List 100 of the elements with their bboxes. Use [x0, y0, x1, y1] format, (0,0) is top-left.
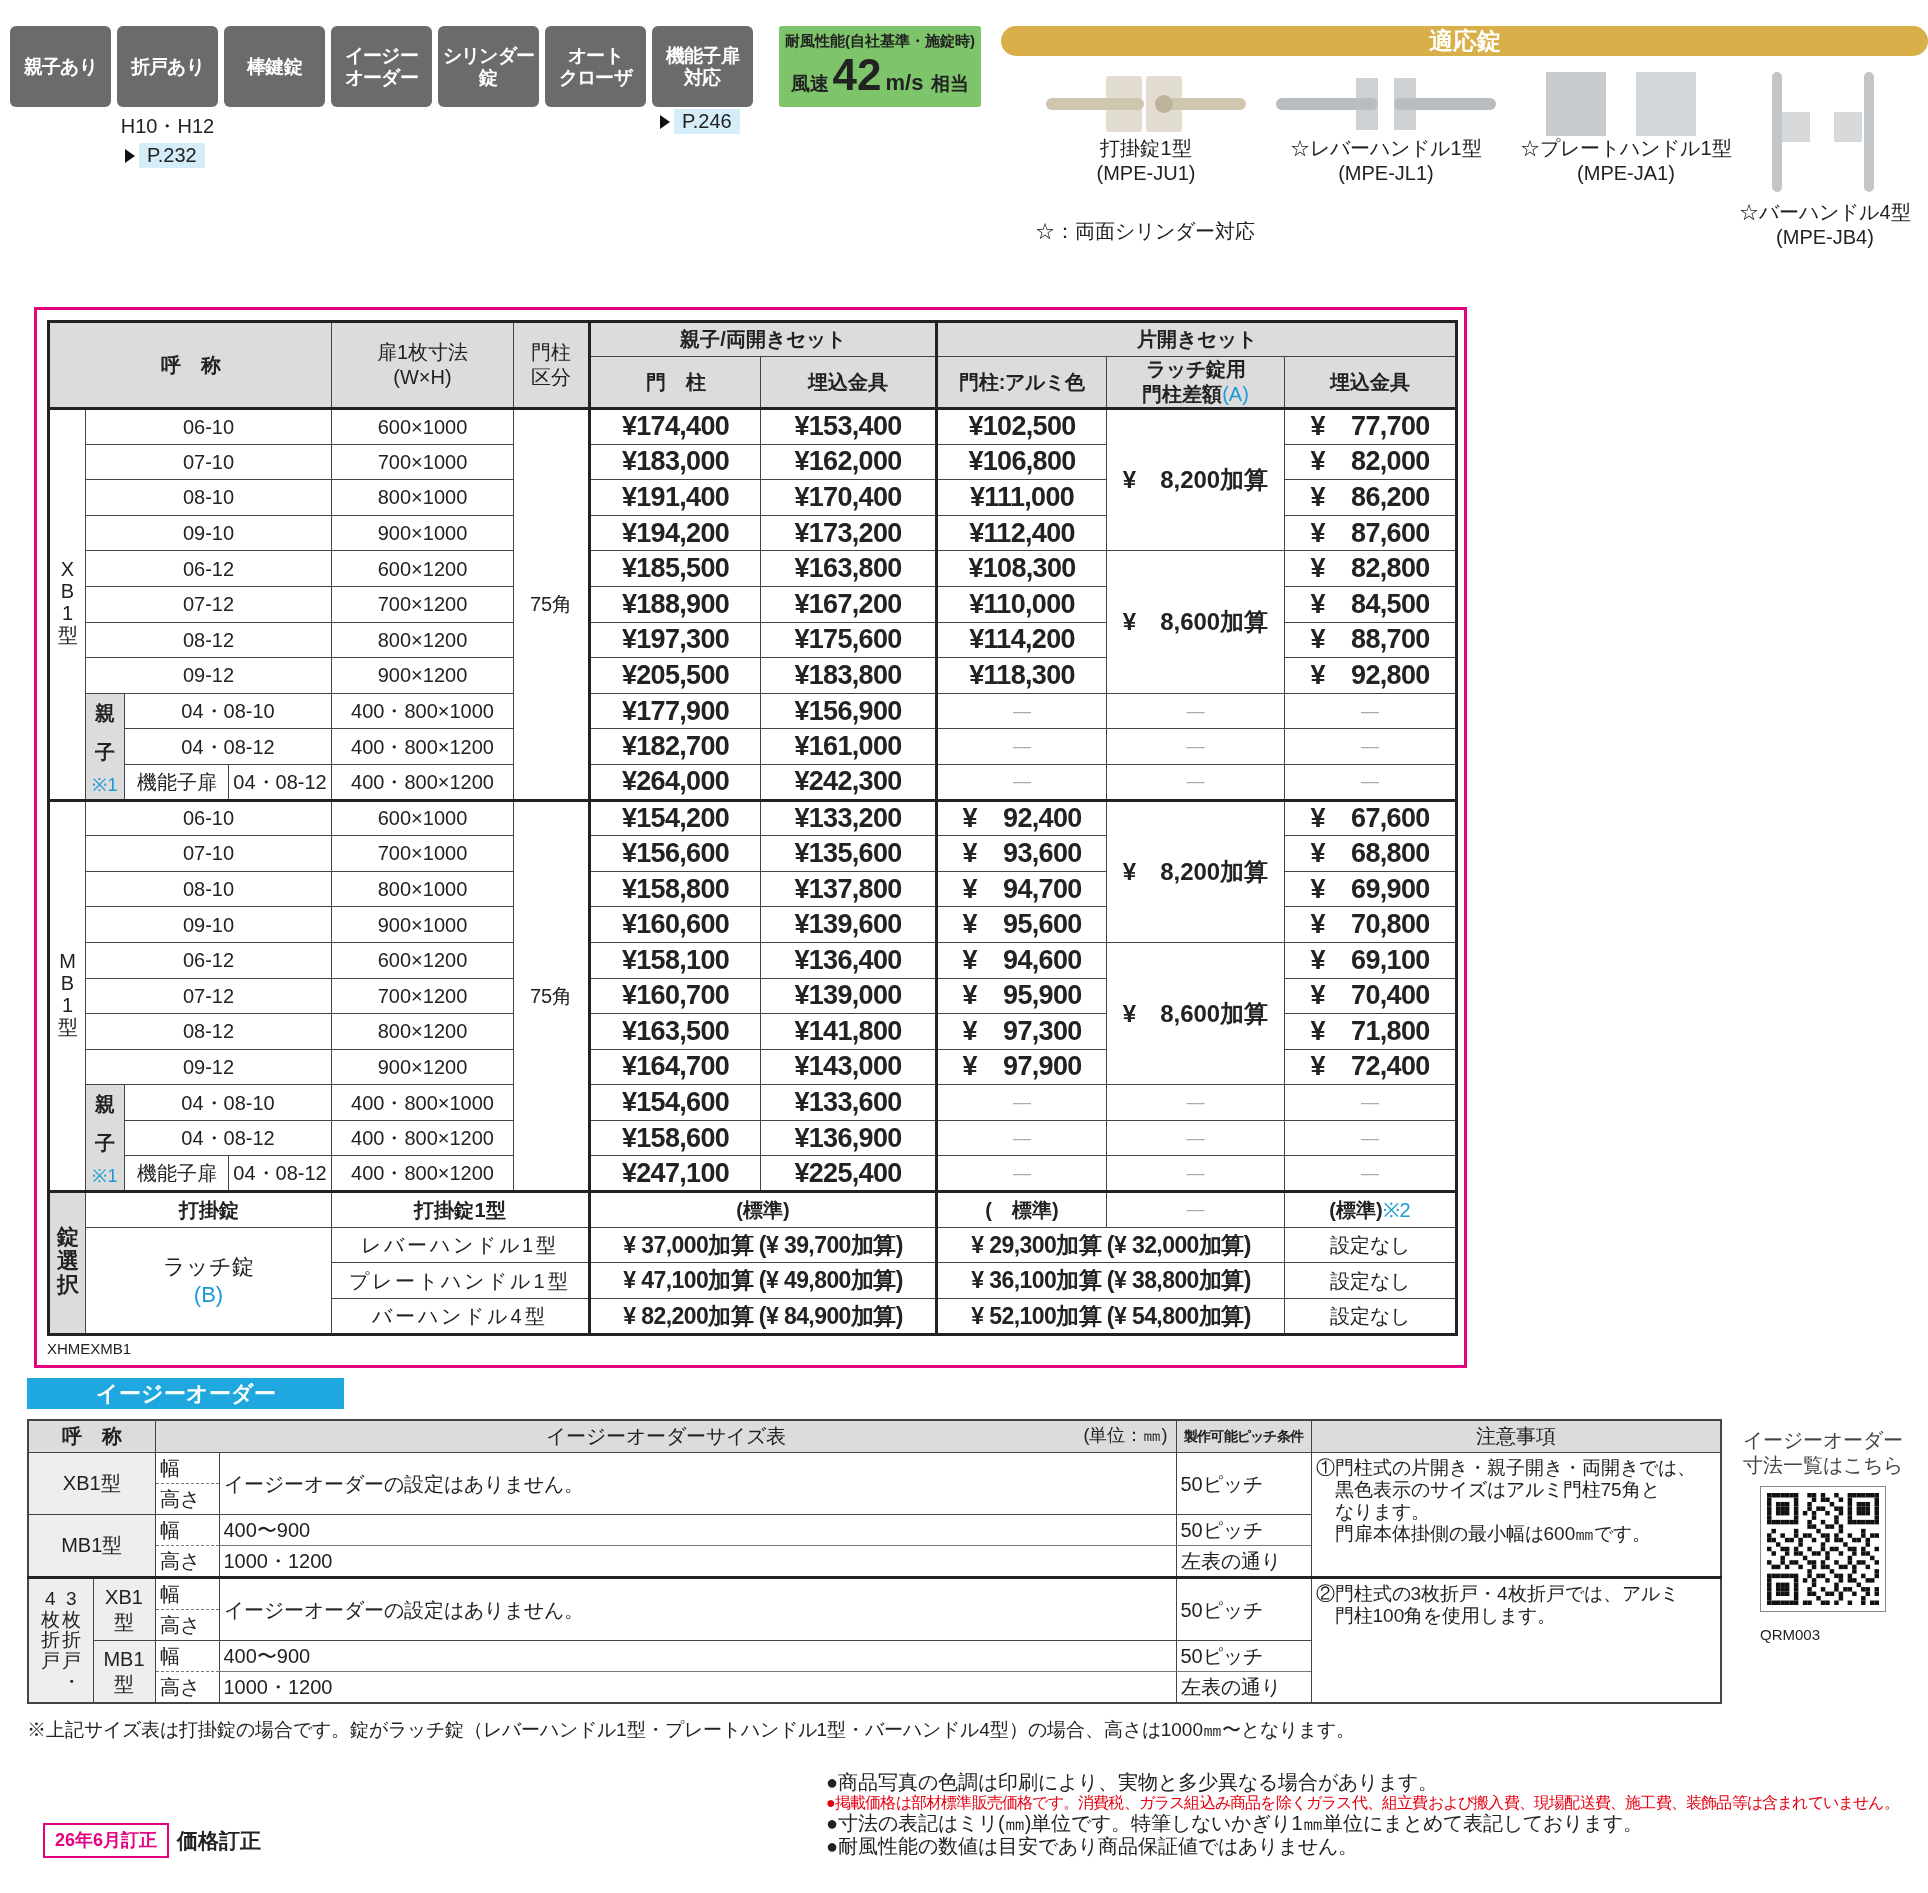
product-code: XHMEXMB1	[47, 1339, 133, 1360]
price-cell: ¥160,700	[589, 978, 761, 1014]
price-cell: ¥188,900	[589, 586, 761, 623]
model-code-cell: 08-12	[85, 622, 332, 658]
price-cell: ¥174,400	[589, 408, 761, 445]
column-header: 製作可能ピッチ条件	[1176, 1419, 1311, 1453]
empty-price-cell: —	[936, 1120, 1107, 1156]
pitch-cell: 50ピッチ	[1176, 1640, 1311, 1672]
model-code-cell: 08-10	[85, 871, 332, 907]
lock-code: (MPE-JB4)	[1776, 225, 1874, 250]
empty-price-cell: —	[936, 693, 1107, 729]
lock-name: 打掛錠1型	[1100, 136, 1192, 161]
model-name: MB1型	[57, 949, 78, 1038]
price-cell: ¥163,500	[589, 1013, 761, 1050]
header-text: イージーオーダーサイズ表	[545, 1424, 786, 1450]
size-value-cell: 1000・1200	[219, 1671, 1176, 1704]
size-value-cell: 1000・1200	[219, 1545, 1176, 1578]
price-cell: ¥110,000	[936, 586, 1107, 623]
revision-label: 価格訂正	[177, 1828, 262, 1854]
footnote-mark: ※2	[1382, 1198, 1411, 1221]
note-text: ②門柱式の3枚折戸・4枚折戸では、アルミ	[1315, 1583, 1680, 1606]
note-text: 門扉本体掛側の最小幅は600㎜です。	[1334, 1522, 1653, 1545]
wind-rating-title: 耐風性能(自社基準・施錠時)	[785, 31, 975, 51]
surcharge-cell: ¥ 47,100加算 (¥ 49,800加算)	[589, 1262, 937, 1299]
column-header: 呼 称	[48, 321, 332, 409]
compatible-locks-bar: 適応錠	[1001, 26, 1928, 56]
legend-note: ☆：両面シリンダー対応	[1034, 219, 1256, 244]
size-value-cell: イージーオーダーの設定はありません。	[219, 1452, 1176, 1515]
lock-name: ☆プレートハンドル1型	[1520, 136, 1732, 161]
revision-badge: 26年6月訂正	[43, 1823, 170, 1859]
size-cell: 600×1000	[331, 408, 514, 445]
note-text: 門柱100角を使用します。	[1334, 1605, 1558, 1628]
qr-caption: 寸法一覧はこちら	[1743, 1452, 1903, 1478]
empty-price-cell: —	[1106, 1084, 1285, 1121]
price-cell: ¥ 97,300	[936, 1013, 1107, 1050]
price-cell: ¥154,600	[589, 1084, 761, 1121]
pair-mark: 子	[95, 1131, 115, 1157]
model-name: XB1型	[57, 558, 78, 647]
wind-speed: 42	[832, 52, 882, 97]
model-code-cell: 04・08-12	[124, 1120, 332, 1156]
badge-text: クローザ	[559, 66, 632, 89]
dimension-label: 高さ	[155, 1671, 219, 1704]
model-code-cell: 07-12	[85, 978, 332, 1014]
size-value-cell: イージーオーダーの設定はありません。	[219, 1577, 1176, 1641]
size-note: H10・H12	[119, 114, 216, 139]
price-cell: ¥191,400	[589, 479, 761, 516]
unit-note: (単位：㎜)	[1083, 1424, 1168, 1447]
size-footnote: ※上記サイズ表は打掛錠の場合です。錠がラッチ錠（レバーハンドル1型・プレートハンドル1型・バーハンドル4型）の場合、高さは1000㎜〜となります。	[27, 1718, 1356, 1743]
price-cell: ¥183,000	[589, 444, 761, 480]
price-cell: ¥177,900	[589, 693, 761, 729]
model-code-cell: 08-10	[85, 479, 332, 516]
wind-label: 相当	[931, 71, 970, 96]
header-text: 門柱	[530, 340, 572, 365]
price-cell: ¥111,000	[936, 479, 1107, 516]
column-header: 注意事項	[1311, 1419, 1721, 1453]
pair-mark: 親	[95, 1092, 115, 1118]
surcharge-cell: ¥ 52,100加算 (¥ 54,800加算)	[936, 1298, 1285, 1335]
reference-mark: (B)	[193, 1280, 224, 1308]
footnote-mark: ※1	[92, 775, 118, 794]
pitch-cell: 左表の通り	[1176, 1671, 1311, 1704]
dimension-label: 高さ	[155, 1609, 219, 1641]
page-reference: P.246	[674, 109, 740, 134]
dimension-label: 高さ	[155, 1545, 219, 1578]
section-label: 錠選択	[56, 1225, 79, 1298]
model-code-cell: 07-12	[85, 586, 332, 623]
model-code-cell: 09-12	[85, 1049, 332, 1085]
price-cell: ¥ 92,400	[936, 800, 1107, 836]
empty-price-cell: —	[1106, 728, 1285, 765]
empty-price-cell: —	[936, 1155, 1107, 1192]
model-name: MB1型	[60, 1533, 124, 1559]
badge-text: 親子あり	[24, 55, 97, 78]
dimension-label: 幅	[155, 1640, 219, 1672]
price-cell: ¥ 97,900	[936, 1049, 1107, 1085]
empty-price-cell: —	[1106, 693, 1285, 729]
size-value-cell: 400〜900	[219, 1514, 1176, 1546]
price-cell: ¥158,100	[589, 942, 761, 978]
badge-text: シリンダー	[443, 44, 534, 67]
badge-text: 錠	[479, 66, 498, 89]
header-text: 門柱差額	[1142, 382, 1223, 407]
price-cell: ¥185,500	[589, 550, 761, 587]
header-text: ラッチ錠用	[1144, 357, 1247, 382]
model-code-cell: 04・08-10	[124, 693, 332, 729]
badge-text: イージー	[345, 44, 418, 67]
note-text: ①門柱式の片開き・親子開き・両開きでは、	[1315, 1457, 1697, 1480]
footnote-mark: ※1	[92, 1167, 118, 1186]
column-header: 埋込金具	[760, 356, 937, 409]
price-cell: ¥ 95,600	[936, 906, 1107, 943]
model-code-cell: 08-12	[85, 1013, 332, 1050]
price-cell: ¥194,200	[589, 515, 761, 551]
empty-price-cell: —	[1106, 1191, 1285, 1228]
badge-text: 棒鍵錠	[247, 55, 302, 78]
group-label: 3枚折戸・	[61, 1588, 81, 1694]
note-text: なります。	[1334, 1501, 1431, 1523]
price-cell: ¥264,000	[589, 764, 761, 801]
wind-unit: m/s	[885, 68, 924, 97]
price-cell: ¥ 94,700	[936, 871, 1107, 907]
column-header: 呼 称	[28, 1419, 155, 1453]
qr-code-icon	[1767, 1492, 1879, 1605]
surcharge-cell: ¥ 8,600加算	[1106, 550, 1285, 694]
column-header: 片開きセット	[936, 321, 1457, 357]
